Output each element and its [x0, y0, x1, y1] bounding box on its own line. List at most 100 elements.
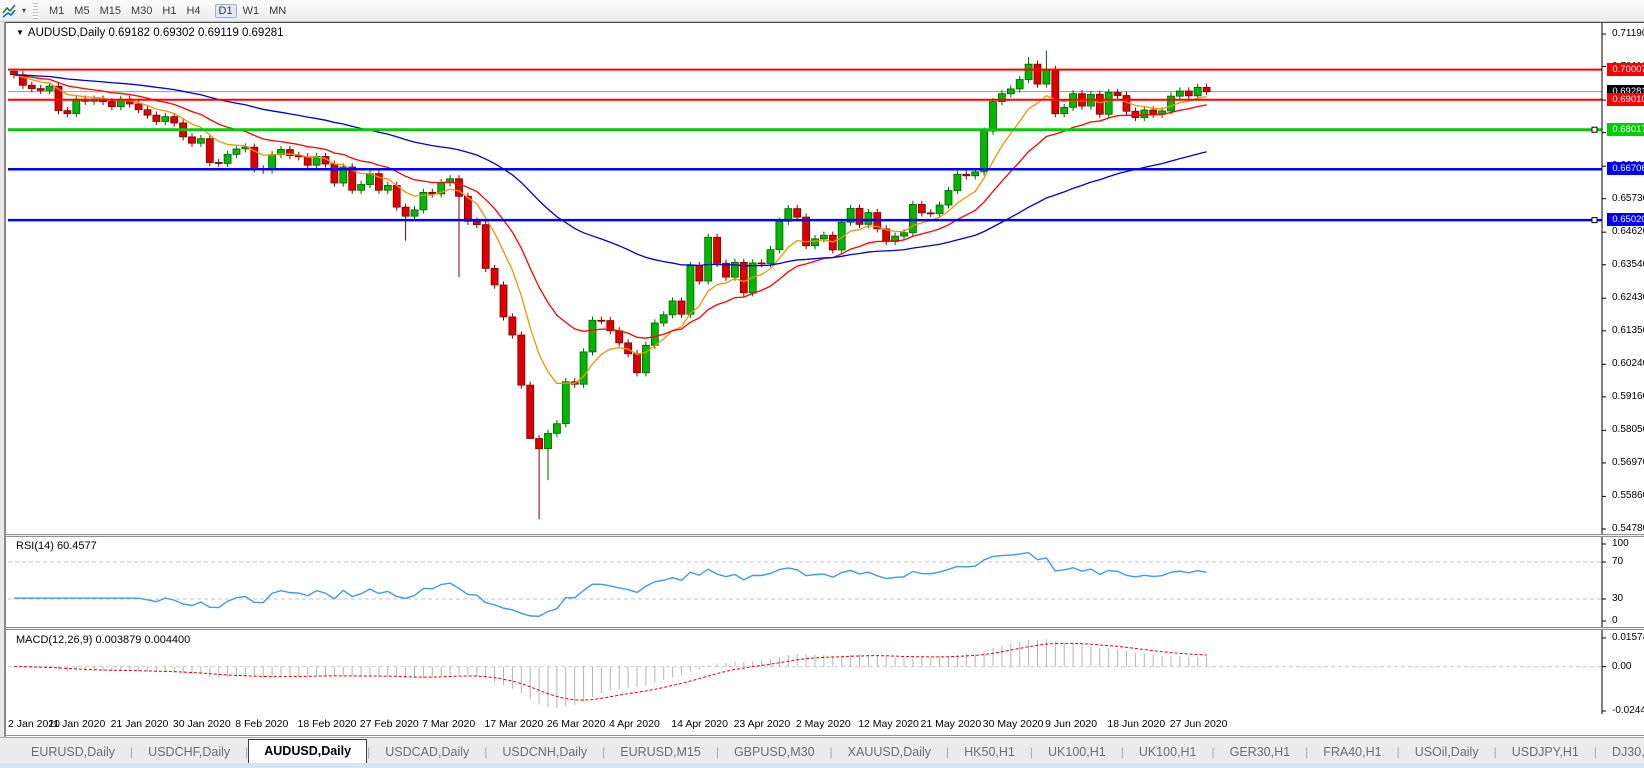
date-label: 26 Mar 2020: [547, 718, 606, 730]
chart-symbol-period: AUDUSD,Daily: [28, 27, 105, 39]
candle-down: [856, 208, 863, 224]
chart-tab-eurusd-daily[interactable]: EURUSD,Daily: [16, 741, 130, 763]
date-label: 27 Feb 2020: [360, 718, 419, 730]
top-toolbar: ▾ M1M5M15M30H1H4 D1W1MN: [0, 0, 1644, 22]
timeframe-button-h4[interactable]: H4: [182, 4, 204, 18]
chart-tab-hk50-h1[interactable]: HK50,H1: [949, 741, 1030, 763]
candle-down: [491, 268, 498, 285]
date-label: 18 Feb 2020: [298, 718, 357, 730]
price-tick-label: 0.63540: [1612, 259, 1644, 270]
chart-tab-ger30-h1[interactable]: GER30,H1: [1215, 741, 1305, 763]
chart-tab-xauusd-daily[interactable]: XAUUSD,Daily: [833, 741, 946, 763]
candle-down: [927, 213, 934, 214]
candle-up: [384, 185, 391, 190]
candle-up: [589, 320, 596, 352]
chart-tab-uk100-h1[interactable]: UK100,H1: [1124, 741, 1212, 763]
chart-tab-audusd-daily[interactable]: AUDUSD,Daily: [248, 739, 367, 763]
rsi-axis-label: 30: [1612, 593, 1623, 604]
candle-up: [224, 154, 231, 163]
candle-down: [518, 335, 525, 385]
timeframe-button-m15[interactable]: M15: [96, 4, 125, 18]
ohlc-low: 0.69119: [198, 27, 239, 39]
candle-down: [1132, 111, 1139, 117]
candle-down: [714, 237, 721, 263]
chart-tab-uk100-h1[interactable]: UK100,H1: [1033, 741, 1121, 763]
candle-down: [189, 137, 196, 143]
ohlc-open: 0.69182: [108, 27, 150, 39]
candle-up: [1105, 93, 1112, 115]
candle-down: [758, 263, 765, 264]
candle-down: [616, 331, 623, 343]
candle-up: [981, 131, 988, 172]
date-label: 14 Apr 2020: [671, 718, 728, 730]
candle-up: [972, 172, 979, 176]
candle-up: [1176, 91, 1183, 96]
candle-down: [215, 162, 222, 163]
macd-pane-canvas[interactable]: [8, 630, 1644, 715]
date-label: 30 Jan 2020: [173, 718, 231, 730]
candle-down: [678, 301, 685, 314]
rsi-axis-label: 70: [1612, 556, 1623, 567]
chart-tab-usoil-daily[interactable]: USOil,Daily: [1400, 741, 1494, 763]
candle-up: [945, 191, 952, 205]
price-badge-0.68017: 0.68017: [1607, 123, 1644, 136]
timeframe-button-m1[interactable]: M1: [45, 4, 68, 18]
candle-down: [740, 262, 747, 292]
hline-handle[interactable]: [1592, 127, 1597, 132]
macd-histogram: [14, 639, 1207, 708]
chart-tab-usdcad-daily[interactable]: USDCAD,Daily: [370, 741, 484, 763]
candle-down: [1114, 93, 1121, 96]
date-label: 18 Jun 2020: [1107, 718, 1165, 730]
rsi-pane-canvas[interactable]: [8, 537, 1644, 627]
candle-up: [990, 102, 997, 132]
chart-tab-usdjpy-h1[interactable]: USDJPY,H1: [1497, 741, 1594, 763]
date-label: 4 Apr 2020: [609, 718, 660, 730]
candle-up: [46, 86, 53, 90]
chart-tab-eurusd-m15[interactable]: EURUSD,M15: [605, 741, 716, 763]
candle-down: [500, 285, 507, 317]
chart-tab-usdchf-daily[interactable]: USDCHF,Daily: [133, 741, 245, 763]
candle-down: [963, 174, 970, 176]
collapse-objects-icon[interactable]: ▼: [16, 28, 24, 37]
candle-up: [562, 382, 569, 424]
candle-down: [536, 439, 543, 449]
indicators-icon[interactable]: [3, 3, 21, 19]
timeframe-button-m5[interactable]: M5: [70, 4, 93, 18]
price-badge-0.66706: 0.66706: [1607, 162, 1644, 175]
price-tick-label: 0.58050: [1612, 424, 1644, 435]
price-tick-label: 0.60240: [1612, 358, 1644, 369]
timeframe-button-mn[interactable]: MN: [265, 4, 290, 18]
window-bottom-edge: [0, 763, 1644, 768]
candle-down: [331, 164, 338, 183]
chart-tab-dj30-m15[interactable]: DJ30,M15: [1597, 741, 1644, 763]
price-tick-label: 0.56970: [1612, 457, 1644, 468]
timeframe-button-w1[interactable]: W1: [239, 4, 264, 18]
date-label: 12 May 2020: [858, 718, 919, 730]
timeframe-button-m30[interactable]: M30: [127, 4, 156, 18]
macd-axis-label: 0.00: [1612, 661, 1631, 672]
price-tick-label: 0.65730: [1612, 193, 1644, 204]
indicators-dropdown-caret[interactable]: ▾: [22, 6, 26, 15]
price-tick-label: 0.64620: [1612, 226, 1644, 237]
hline-handle[interactable]: [1592, 218, 1597, 223]
timeframe-button-h1[interactable]: H1: [158, 4, 180, 18]
candle-up: [553, 424, 560, 434]
price-chart-canvas[interactable]: [8, 23, 1644, 534]
timeframe-button-d1[interactable]: D1: [215, 4, 237, 18]
date-label: 21 May 2020: [921, 718, 982, 730]
date-label: 8 Feb 2020: [235, 718, 288, 730]
chart-tab-fra40-h1[interactable]: FRA40,H1: [1308, 741, 1396, 763]
candle-up: [233, 149, 240, 154]
rsi-axis-label: 100: [1612, 538, 1629, 549]
candle-down: [918, 204, 925, 212]
candle-up: [865, 213, 872, 225]
candle-up: [367, 174, 374, 185]
price-badge-0.65020: 0.65020: [1607, 213, 1644, 226]
toolbar-grip[interactable]: [33, 3, 38, 19]
price-tick-label: 0.61350: [1612, 325, 1644, 336]
candle-up: [411, 210, 418, 216]
date-axis[interactable]: 2 Jan 202011 Jan 202021 Jan 202030 Jan 2…: [6, 714, 1644, 736]
candle-down: [696, 266, 703, 281]
chart-tab-usdcnh-daily[interactable]: USDCNH,Daily: [487, 741, 602, 763]
chart-tab-gbpusd-m30[interactable]: GBPUSD,M30: [719, 741, 830, 763]
